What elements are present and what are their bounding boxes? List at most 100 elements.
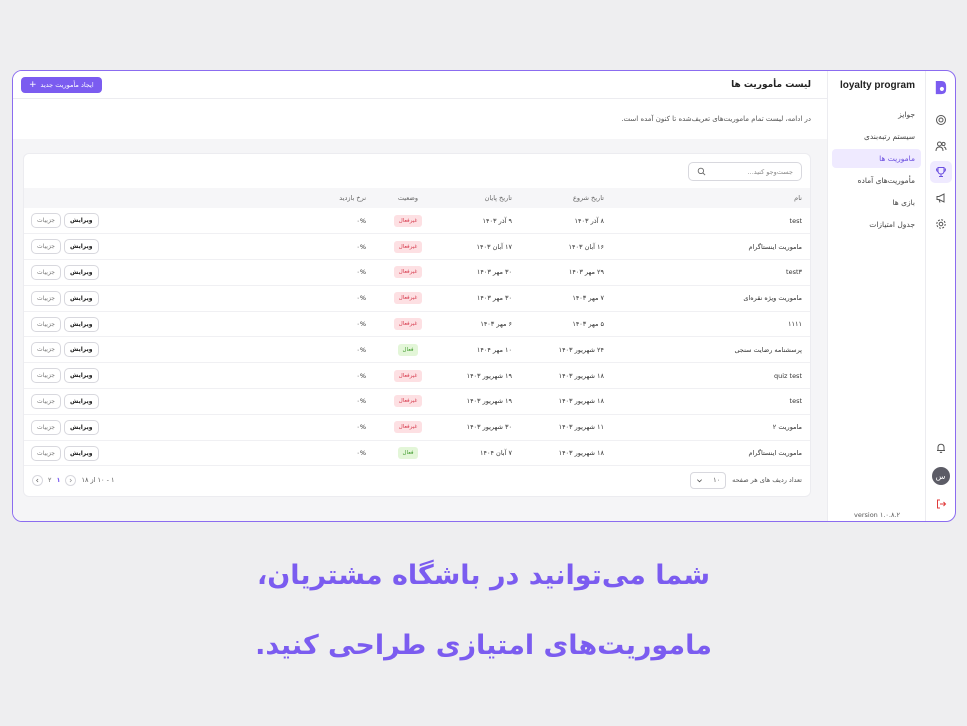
details-button[interactable]: جزییات xyxy=(31,445,61,461)
mission-actions: ویرایشجزییات xyxy=(24,234,262,260)
mission-end-date: ۳۰ شهریور ۱۴۰۳ xyxy=(466,423,512,432)
mission-status-cell: غیرفعال xyxy=(372,208,444,234)
details-button[interactable]: جزییات xyxy=(31,316,61,332)
rail-ranking[interactable] xyxy=(930,135,952,157)
mission-actions: ویرایشجزییات xyxy=(24,440,262,466)
next-page-button[interactable] xyxy=(32,474,43,486)
sidebar-menu: loyalty program جوایز سیستم رتبه‌بندی ما… xyxy=(827,71,925,521)
mission-visit-rate: ۰% xyxy=(356,371,366,380)
page-number-1[interactable]: ۱ xyxy=(57,476,61,484)
create-mission-button[interactable]: ایجاد مأموریت جدید + xyxy=(21,76,102,93)
edit-button[interactable]: ویرایش xyxy=(63,213,99,229)
status-badge: فعال xyxy=(397,343,419,356)
status-badge: فعال xyxy=(397,447,419,460)
trophy-icon xyxy=(935,167,946,177)
edit-button[interactable]: ویرایش xyxy=(63,393,99,409)
users-icon xyxy=(935,141,946,152)
page-number-2[interactable]: ۲ xyxy=(48,476,52,484)
sidebar-item-ready-missions[interactable]: مأموریت‌های آماده xyxy=(832,171,921,190)
search-input[interactable]: جست‌وجو کنید... xyxy=(688,162,802,181)
edit-button[interactable]: ویرایش xyxy=(63,290,99,306)
edit-button[interactable]: ویرایش xyxy=(63,342,99,358)
column-header-actions xyxy=(24,188,262,208)
mission-visit-rate: ۰% xyxy=(356,216,366,225)
main-content: لیست مأموریت ها ایجاد مأموریت جدید + در … xyxy=(13,71,827,521)
search-placeholder: جست‌وجو کنید... xyxy=(747,167,793,176)
chevron-left-icon xyxy=(36,478,39,482)
rail-logout[interactable] xyxy=(930,493,952,515)
mission-end-date: ۹ آذر ۱۴۰۳ xyxy=(482,216,512,225)
status-badge: غیرفعال xyxy=(393,421,423,434)
avatar[interactable]: س xyxy=(931,467,950,485)
mission-actions: ویرایشجزییات xyxy=(24,414,262,440)
details-button[interactable]: جزییات xyxy=(31,419,61,435)
details-button[interactable]: جزییات xyxy=(31,239,61,255)
logo-icon xyxy=(935,80,947,95)
details-button[interactable]: جزییات xyxy=(31,213,61,229)
mission-visit-rate: ۰% xyxy=(356,242,366,251)
sidebar-item-games[interactable]: بازی ها xyxy=(832,193,921,212)
status-badge: غیرفعال xyxy=(393,318,423,331)
edit-button[interactable]: ویرایش xyxy=(63,316,99,332)
mission-actions: ویرایشجزییات xyxy=(24,260,262,286)
sidebar-item-missions[interactable]: ماموریت ها xyxy=(832,149,921,168)
mission-status-cell: فعال xyxy=(372,337,444,363)
edit-button[interactable]: ویرایش xyxy=(63,264,99,280)
column-header-name: نام xyxy=(794,194,802,202)
rows-per-page-select[interactable]: ۱۰ xyxy=(690,471,727,489)
prev-page-button[interactable] xyxy=(65,474,77,486)
sidebar-item-ranking[interactable]: سیستم رتبه‌بندی xyxy=(832,127,921,146)
search-icon xyxy=(697,167,706,176)
table-row: ماموریت ۲ ۱۱ شهریور ۱۴۰۳ ۳۰ شهریور ۱۴۰۳ غیر… xyxy=(24,414,810,441)
edit-button[interactable]: ویرایش xyxy=(63,239,99,255)
mission-name: test xyxy=(789,216,802,225)
mission-end-date: ۷ آبان ۱۴۰۴ xyxy=(480,449,512,458)
column-header-start: تاریخ شروع xyxy=(572,194,604,202)
edit-button[interactable]: ویرایش xyxy=(63,445,99,461)
page-header: لیست مأموریت ها ایجاد مأموریت جدید + xyxy=(13,71,827,99)
mission-start-date: ۱۱ شهریور ۱۴۰۳ xyxy=(558,423,604,432)
mission-status-cell: غیرفعال xyxy=(372,285,444,311)
rail-ready-missions[interactable] xyxy=(930,187,952,209)
details-button[interactable]: جزییات xyxy=(31,264,61,280)
mission-end-date: ۳۰ مهر ۱۴۰۳ xyxy=(476,294,512,303)
status-badge: غیرفعال xyxy=(393,266,423,279)
mission-start-date: ۱۸ شهریور ۱۴۰۳ xyxy=(558,397,604,406)
table-row: ماموریت ویژه نقره‌ای ۷ مهر ۱۴۰۳ ۳۰ مهر ۱۴۰… xyxy=(24,285,810,312)
rail-missions[interactable] xyxy=(929,161,952,183)
mission-actions: ویرایشجزییات xyxy=(24,311,262,337)
mission-actions: ویرایشجزییات xyxy=(24,389,262,415)
mission-actions: ویرایشجزییات xyxy=(24,337,262,363)
plus-icon: + xyxy=(29,79,37,90)
edit-button[interactable]: ویرایش xyxy=(63,368,99,384)
app-window: س loyalty program جوایز سیستم رتبه‌بندی … xyxy=(12,70,956,522)
mission-name: ماموریت ویژه نقره‌ای xyxy=(743,294,802,303)
details-button[interactable]: جزییات xyxy=(31,393,61,409)
table-body: test ۸ آذر ۱۴۰۳ ۹ آذر ۱۴۰۳ غیرفعال ۰% ویرایشج… xyxy=(24,208,810,466)
sidebar-item-leaderboard[interactable]: جدول امتیازات xyxy=(832,215,921,234)
mission-end-date: ۱۷ آبان ۱۴۰۳ xyxy=(476,242,512,251)
table-row: ماموریت اینستاگرام ۱۶ آبان ۱۴۰۳ ۱۷ آبان ۱۴… xyxy=(24,234,810,260)
status-badge: غیرفعال xyxy=(393,292,423,305)
mission-end-date: ۶ مهر ۱۴۰۳ xyxy=(480,320,512,329)
app-brand: loyalty program xyxy=(839,80,915,91)
edit-button[interactable]: ویرایش xyxy=(63,419,99,435)
mission-visit-rate: ۰% xyxy=(356,320,366,329)
mission-start-date: ۵ مهر ۱۴۰۳ xyxy=(572,320,604,329)
details-button[interactable]: جزییات xyxy=(31,368,61,384)
sidebar-item-rewards[interactable]: جوایز xyxy=(832,105,921,124)
mission-visit-rate: ۰% xyxy=(356,423,366,432)
rail-rewards[interactable] xyxy=(930,109,952,131)
table-row: quiz test ۱۸ شهریور ۱۴۰۳ ۱۹ شهریور ۱۴۰۳ غیر… xyxy=(24,363,810,389)
details-button[interactable]: جزییات xyxy=(31,290,61,306)
status-badge: غیرفعال xyxy=(393,369,423,382)
details-button[interactable]: جزییات xyxy=(31,342,61,358)
mission-visit-rate: ۰% xyxy=(356,397,366,406)
mission-start-date: ۲۴ شهریور ۱۴۰۳ xyxy=(558,345,604,354)
page-title: لیست مأموریت ها xyxy=(731,79,811,90)
mission-name: پرسشنامه رضایت سنجی xyxy=(734,345,802,354)
mission-end-date: ۱۰ مهر ۱۴۰۴ xyxy=(476,345,512,354)
mission-actions: ویرایشجزییات xyxy=(24,363,262,389)
rail-settings[interactable] xyxy=(930,213,952,235)
rail-notifications[interactable] xyxy=(930,437,952,459)
